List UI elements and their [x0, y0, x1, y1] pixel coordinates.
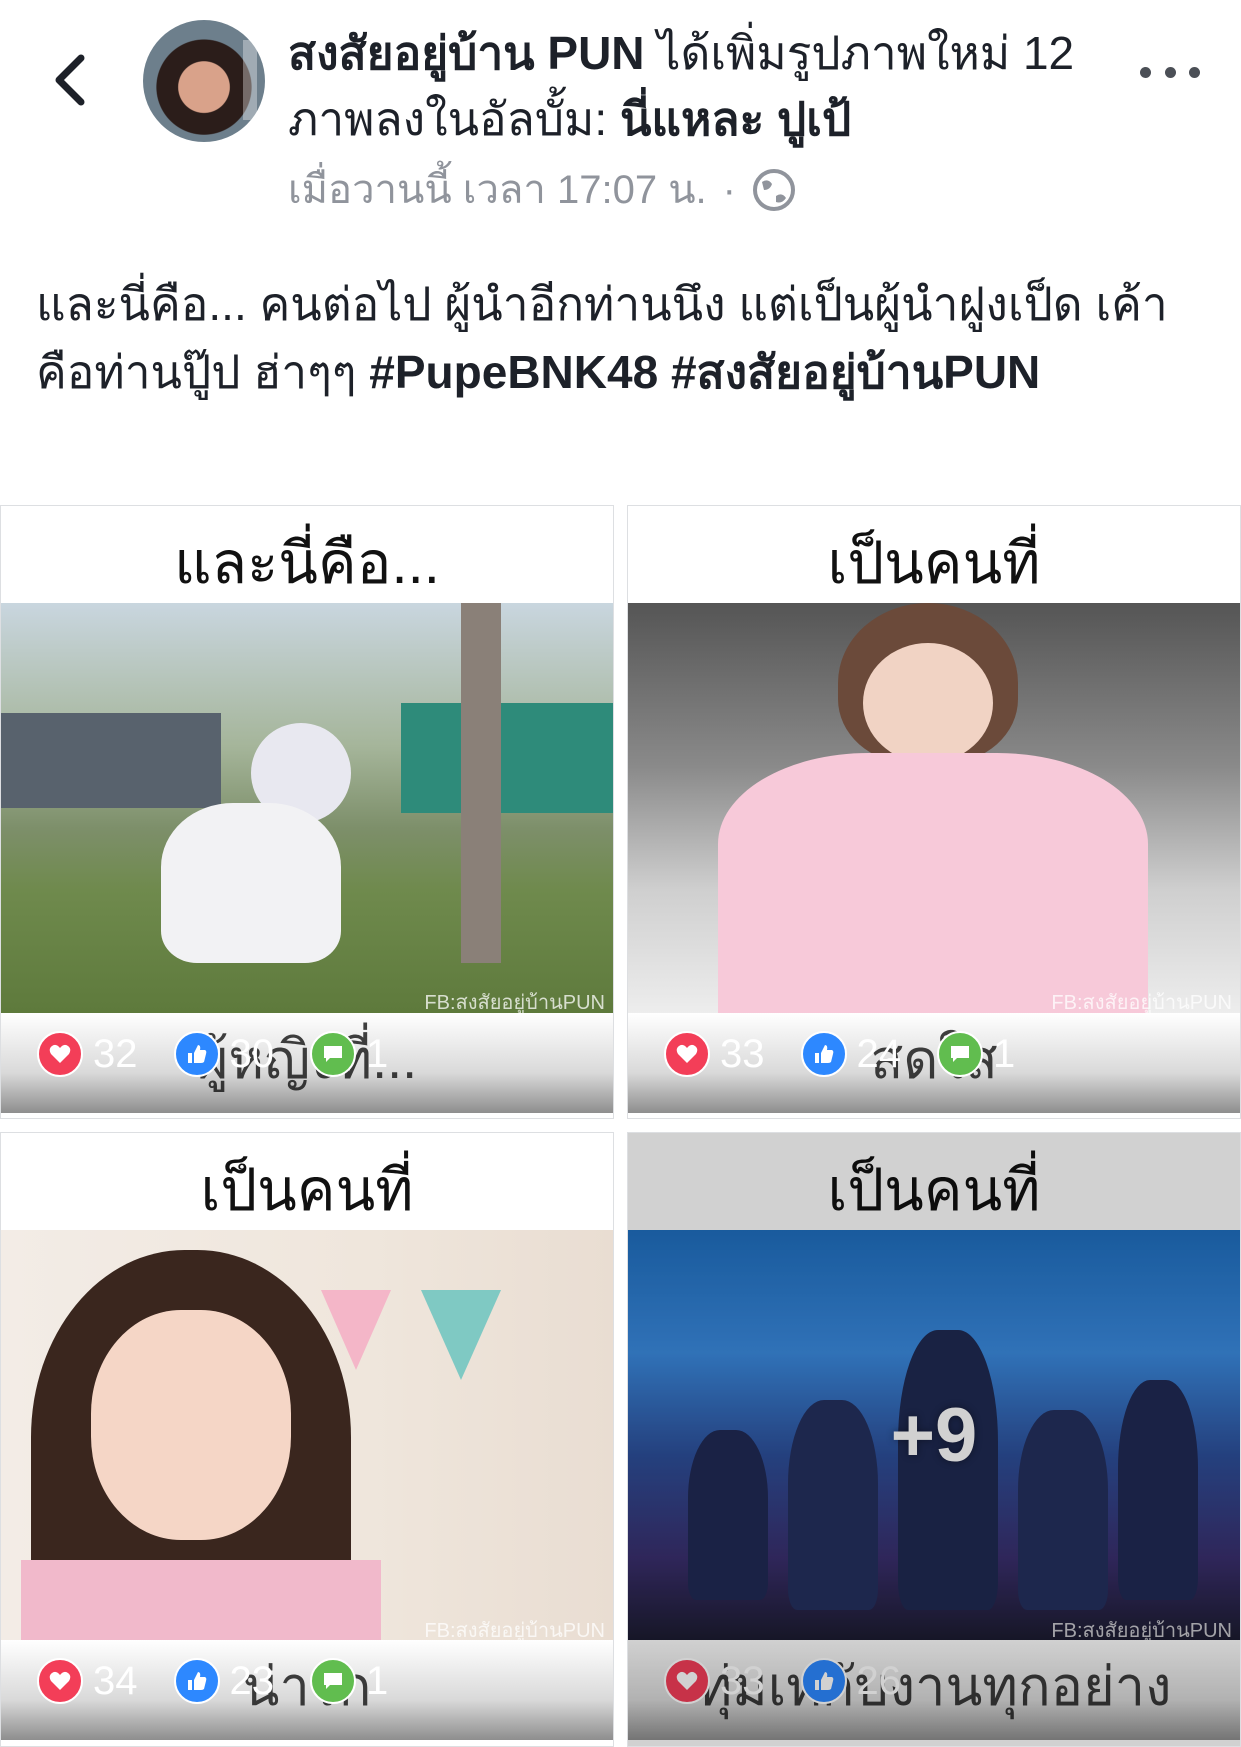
heart-icon[interactable] [37, 1658, 83, 1704]
love-count: 32 [93, 1031, 138, 1076]
love-count: 33 [720, 1031, 765, 1076]
like-count: 23 [229, 1658, 275, 1703]
like-count: 30 [229, 1031, 275, 1076]
chevron-left-icon [55, 54, 85, 106]
comment-icon[interactable] [937, 1031, 983, 1077]
photo-caption: และนี่คือ... [1, 506, 613, 603]
photo-caption: เป็นคนที่ [628, 506, 1240, 603]
photo-grid: และนี่คือ... FB:สงสัยอยู่บ้านPUN ผู้หญิง… [0, 505, 1241, 1747]
thumbs-up-icon[interactable] [800, 1658, 847, 1704]
thumbs-up-icon[interactable] [173, 1031, 220, 1077]
reaction-bar: 34 23 1 [37, 1658, 424, 1704]
author-name[interactable]: สงสัยอยู่บ้าน PUN [288, 27, 645, 79]
love-count: 33 [720, 1658, 765, 1703]
comment-count: 1 [366, 1658, 389, 1703]
photo-tile-4[interactable]: เป็นคนที่ +9 FB:สงสัยอยู่บ้านPUN ทุ่มเทก… [627, 1132, 1241, 1747]
thumbs-up-icon[interactable] [800, 1031, 847, 1077]
like-count: 26 [856, 1658, 902, 1703]
photo-tile-1[interactable]: และนี่คือ... FB:สงสัยอยู่บ้านPUN ผู้หญิง… [0, 505, 614, 1119]
photo-image [1, 1230, 613, 1640]
reaction-bar: 33 24 1 [664, 1031, 1051, 1077]
comment-icon[interactable] [310, 1031, 356, 1077]
post-title: สงสัยอยู่บ้าน PUN ได้เพิ่มรูปภาพใหม่ 12 … [288, 20, 1088, 152]
comment-count: 1 [366, 1031, 389, 1076]
comment-icon[interactable] [310, 1658, 356, 1704]
hashtag-pun[interactable]: #สงสัยอยู่บ้านPUN [671, 346, 1040, 398]
post-timestamp[interactable]: เมื่อวานนี้ เวลา 17:07 น. [288, 160, 707, 220]
more-options-button[interactable] [1140, 52, 1200, 92]
thumbs-up-icon[interactable] [173, 1658, 220, 1704]
comment-count: 1 [993, 1031, 1016, 1076]
album-link[interactable]: นี่แหละ ปูเป้ [620, 93, 851, 145]
photo-image [1, 603, 613, 1013]
meta-separator: · [722, 168, 736, 212]
reaction-bar: 32 30 1 [37, 1031, 424, 1077]
photo-tile-3[interactable]: เป็นคนที่ FB:สงสัยอยู่บ้านPUN น่ารัก 34 … [0, 1132, 614, 1747]
photo-caption: เป็นคนที่ [628, 1133, 1240, 1230]
heart-icon[interactable] [664, 1658, 710, 1704]
photo-caption: เป็นคนที่ [1, 1133, 613, 1230]
globe-icon [753, 169, 795, 211]
hashtag-pupe[interactable]: #PupeBNK48 [369, 346, 658, 398]
reaction-bar: 33 26 [664, 1658, 937, 1704]
more-photos-count[interactable]: +9 [628, 1230, 1240, 1640]
like-count: 24 [856, 1031, 902, 1076]
author-avatar[interactable] [143, 20, 265, 142]
photo-image [628, 603, 1240, 1013]
heart-icon[interactable] [37, 1031, 83, 1077]
post-header: สงสัยอยู่บ้าน PUN ได้เพิ่มรูปภาพใหม่ 12 … [0, 0, 1241, 230]
more-dots-icon [1140, 66, 1151, 78]
love-count: 34 [93, 1658, 138, 1703]
post-text: และนี่คือ... คนต่อไป ผู้นำอีกท่านนึง แต่… [36, 270, 1206, 406]
heart-icon[interactable] [664, 1031, 710, 1077]
post-meta: เมื่อวานนี้ เวลา 17:07 น. · [288, 160, 796, 220]
photo-tile-2[interactable]: เป็นคนที่ FB:สงสัยอยู่บ้านPUN สดใส 33 24… [627, 505, 1241, 1119]
back-button[interactable] [40, 40, 100, 120]
